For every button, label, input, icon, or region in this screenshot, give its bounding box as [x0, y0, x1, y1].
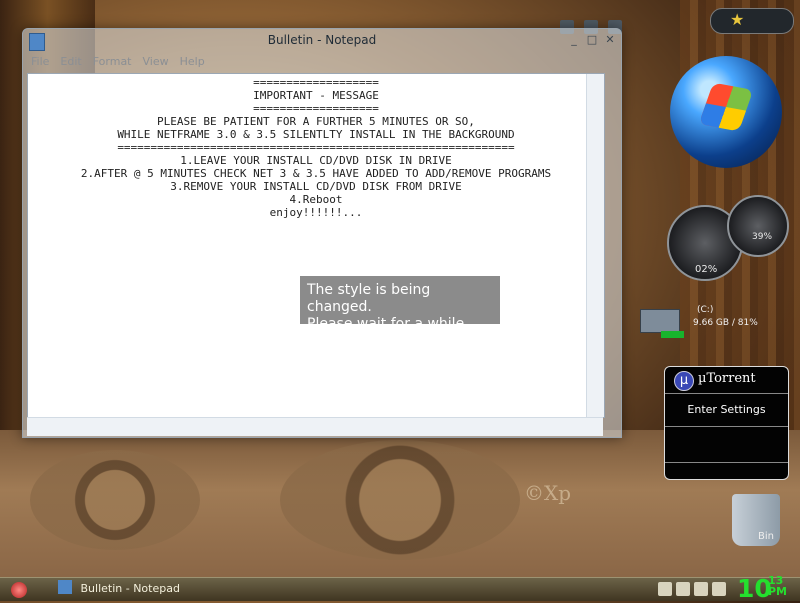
window-title: Bulletin - Notepad	[267, 33, 377, 47]
desktop-car-wheel	[30, 450, 200, 550]
editor-line: 2.AFTER @ 5 MINUTES CHECK NET 3 & 3.5 HA…	[80, 167, 552, 180]
close-button[interactable]: ✕	[601, 33, 619, 47]
memory-value: 39%	[752, 232, 773, 242]
style-change-overlay: The style is being changed. Please wait …	[300, 276, 500, 332]
tray-icon[interactable]	[694, 582, 708, 596]
utorrent-logo-icon: µ	[674, 371, 694, 391]
minimize-button[interactable]: _	[565, 33, 583, 47]
vertical-scrollbar[interactable]	[586, 74, 604, 417]
editor-line: ========================================…	[117, 141, 515, 154]
menu-bar: File Edit Format View Help	[23, 53, 621, 69]
taskbar-notepad-item[interactable]: Bulletin - Notepad	[58, 580, 188, 598]
memory-gauge	[727, 195, 789, 257]
taskbar-item-label: Bulletin - Notepad	[80, 582, 180, 595]
menu-help[interactable]: Help	[180, 55, 205, 68]
overlay-line-1: The style is being changed.	[307, 282, 431, 315]
editor-line: 3.REMOVE YOUR INSTALL CD/DVD DISK FROM D…	[170, 180, 462, 193]
notepad-window: Bulletin - Notepad _ □ ✕ File Edit Forma…	[22, 28, 622, 438]
overlay-line-2: Please wait for a while.	[307, 316, 469, 332]
utorrent-gadget[interactable]: µ µTorrent Enter Settings	[664, 366, 789, 480]
maximize-button[interactable]: □	[583, 33, 601, 47]
utorrent-empty-row	[665, 427, 788, 463]
utorrent-title: µTorrent	[698, 371, 756, 386]
editor-line: ===================	[253, 102, 379, 115]
editor-line: IMPORTANT - MESSAGE	[253, 89, 379, 102]
start-button[interactable]	[11, 582, 27, 598]
menu-edit[interactable]: Edit	[60, 55, 81, 68]
notepad-icon	[58, 580, 72, 594]
editor-text: =================== IMPORTANT - MESSAGE …	[28, 74, 604, 219]
desktop-watermark: ©Xp	[524, 481, 572, 505]
desktop-car-wheel	[280, 440, 520, 560]
taskbar: Bulletin - Notepad	[0, 577, 800, 601]
top-widget[interactable]	[710, 8, 794, 34]
tray-icon[interactable]	[712, 582, 726, 596]
tray-icon[interactable]	[658, 582, 672, 596]
editor-line: PLEASE BE PATIENT FOR A FURTHER 5 MINUTE…	[157, 115, 475, 128]
editor-line: ===================	[253, 76, 379, 89]
utorrent-header: µ µTorrent	[665, 367, 788, 394]
utorrent-settings-link[interactable]: Enter Settings	[665, 394, 788, 427]
horizontal-scrollbar[interactable]	[27, 417, 603, 436]
editor-line: enjoy!!!!!!...	[269, 206, 363, 219]
drive-usage-bar	[661, 331, 684, 338]
editor-line: 4.Reboot	[289, 193, 343, 206]
drive-name: (C:)	[697, 305, 714, 315]
menu-file[interactable]: File	[31, 55, 49, 68]
clock-hour: 10	[737, 574, 772, 603]
drive-icon	[640, 309, 680, 333]
cpu-value: 02%	[695, 264, 718, 275]
tray-icon[interactable]	[676, 582, 690, 596]
recycle-bin-label: Bin	[758, 531, 774, 542]
star-icon: ★	[730, 10, 745, 29]
drive-stats: 9.66 GB / 81%	[693, 318, 758, 328]
editor-line: WHILE NETFRAME 3.0 & 3.5 SILENTLTY INSTA…	[117, 128, 515, 141]
titlebar[interactable]: Bulletin - Notepad _ □ ✕	[23, 29, 621, 53]
clock-ampm: PM	[768, 585, 788, 598]
editor-line: 1.LEAVE YOUR INSTALL CD/DVD DISK IN DRIV…	[180, 154, 452, 167]
system-tray	[658, 582, 726, 596]
menu-view[interactable]: View	[143, 55, 169, 68]
editor-area[interactable]: =================== IMPORTANT - MESSAGE …	[27, 73, 605, 418]
menu-format[interactable]: Format	[93, 55, 132, 68]
